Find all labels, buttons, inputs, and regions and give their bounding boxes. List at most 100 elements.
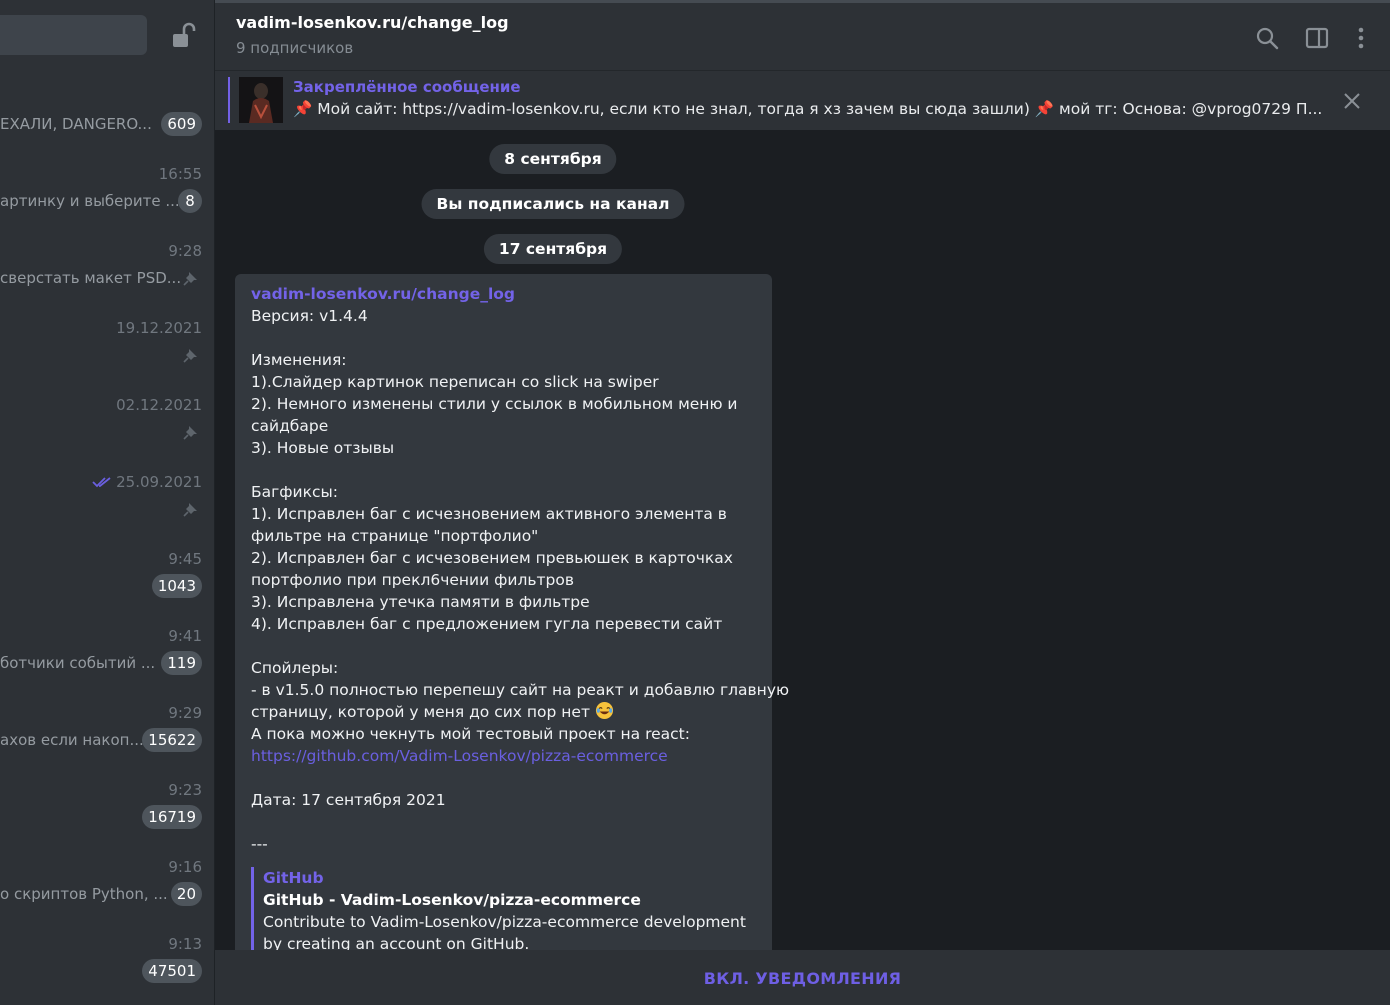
chat-time: 9:28: [168, 242, 202, 260]
enable-notifications-button[interactable]: ВКЛ. УВЕДОМЛЕНИЯ: [215, 950, 1390, 1005]
message-line: 2). Исправлен баг с исчезовением превьюш…: [251, 549, 733, 567]
preview-description: Contribute to Vadim-Losenkov/pizza-ecomm…: [263, 913, 746, 931]
message-bubble[interactable]: vadim-losenkov.ru/change_log Версия: v1.…: [235, 274, 790, 950]
message-line: Изменения:: [251, 351, 347, 369]
message-line: Спойлеры:: [251, 659, 339, 677]
chat-time: 25.09.2021: [92, 473, 202, 491]
chat-time: 9:23: [168, 781, 202, 799]
preview-site-name: GitHub: [263, 869, 324, 887]
pin-icon: [183, 272, 197, 286]
message-line: 3). Новые отзывы: [251, 439, 395, 457]
pin-icon: [183, 426, 197, 440]
chat-preview: ЕХАЛИ, DANGERO...: [0, 115, 152, 133]
chat-list-item[interactable]: 9:16 о скриптов Python, ... 20: [0, 854, 214, 931]
chat-time: 9:41: [168, 627, 202, 645]
message-line: сайдбаре: [251, 417, 329, 435]
message-line: А пока можно чекнуть мой тестовый проект…: [251, 725, 690, 743]
chat-list-item[interactable]: 9:45 1043: [0, 546, 214, 623]
message-line: ---: [251, 835, 268, 853]
pinned-message-bar[interactable]: Закреплённое сообщение 📌 Мой сайт: https…: [215, 70, 1390, 130]
chat-time-text: 9:45: [168, 550, 202, 568]
preview-description: by creating an account on GitHub.: [263, 935, 530, 950]
pinned-accent-line: [228, 77, 230, 123]
laughing-emoji-icon: [595, 701, 613, 720]
unread-badge: 8: [178, 189, 202, 213]
sidebar-toggle-icon[interactable]: [1305, 26, 1329, 50]
chat-list-panel: ЕХАЛИ, DANGERO... 609 16:55 артинку и выбер…: [0, 0, 215, 1005]
link-preview[interactable]: GitHub GitHub - Vadim-Losenkov/pizza-eco…: [251, 867, 756, 950]
unread-badge: 16719: [142, 805, 202, 829]
unread-badge: 609: [161, 112, 202, 136]
lock-icon[interactable]: [170, 22, 196, 50]
message-line: 2). Немного изменены стили у ссылок в мо…: [251, 395, 738, 413]
chat-list-item[interactable]: 25.09.2021: [0, 469, 214, 546]
unread-badge: 15622: [142, 728, 202, 752]
chat-time-text: 02.12.2021: [116, 396, 202, 414]
message-line: - в v1.5.0 полностью перепешу сайт на ре…: [251, 681, 790, 699]
search-icon[interactable]: [1255, 26, 1279, 50]
double-check-icon: [92, 477, 111, 488]
chat-time: 9:13: [168, 935, 202, 953]
chat-time-text: 16:55: [158, 165, 202, 183]
chat-list-item[interactable]: 16:55 артинку и выберите ... 8: [0, 161, 214, 238]
chat-preview: ахов если накоп...: [0, 731, 144, 749]
chat-time-text: 25.09.2021: [116, 473, 202, 491]
channel-title[interactable]: vadim-losenkov.ru/change_log: [236, 13, 509, 32]
message-area: 8 сентября Вы подписались на канал 17 се…: [215, 130, 1390, 950]
chat-list-item[interactable]: 19.12.2021: [0, 315, 214, 392]
message-line: Версия: v1.4.4: [251, 307, 368, 325]
date-separator: 8 сентября: [489, 144, 617, 174]
chat-list-item[interactable]: ЕХАЛИ, DANGERO... 609: [0, 84, 214, 161]
pinned-title: Закреплённое сообщение: [293, 78, 521, 96]
message-line: 4). Исправлен баг с предложением гугла п…: [251, 615, 723, 633]
message-line: фильтре на странице "портфолио": [251, 527, 539, 545]
chat-list-item[interactable]: 9:13 47501: [0, 931, 214, 1005]
search-input[interactable]: [0, 15, 147, 55]
chat-time-text: 19.12.2021: [116, 319, 202, 337]
service-message: Вы подписались на канал: [421, 189, 685, 219]
chat-list-item[interactable]: 9:28 сверстать макет PSD...: [0, 238, 214, 315]
more-vertical-icon[interactable]: [1349, 26, 1373, 50]
unread-badge: 1043: [151, 574, 202, 598]
message-author[interactable]: vadim-losenkov.ru/change_log: [251, 283, 756, 305]
chat-time: 19.12.2021: [116, 319, 202, 337]
message-line: 1). Исправлен баг с исчезновением активн…: [251, 505, 727, 523]
chat-preview: о скриптов Python, ...: [0, 885, 168, 903]
pin-icon: [183, 349, 197, 363]
telegram-window: ЕХАЛИ, DANGERO... 609 16:55 артинку и выбер…: [0, 0, 1390, 1005]
message-line: Дата: 17 сентября 2021: [251, 791, 446, 809]
message-text: страницу, которой у меня до сих пор нет: [251, 703, 590, 721]
message-line: [251, 459, 756, 481]
chat-time: 9:45: [168, 550, 202, 568]
message-line: 3). Исправлена утечка памяти в фильтре: [251, 593, 590, 611]
chat-time: 9:16: [168, 858, 202, 876]
message-line: [251, 635, 756, 657]
unread-badge: 47501: [142, 959, 202, 983]
preview-title: GitHub - Vadim-Losenkov/pizza-ecommerce: [263, 891, 641, 909]
message-line: Багфиксы:: [251, 483, 338, 501]
chat-time-text: 9:23: [168, 781, 202, 799]
chat-header: vadim-losenkov.ru/change_log 9 подписчик…: [215, 0, 1390, 70]
message-line: 1).Слайдер картинок переписан со slick н…: [251, 373, 659, 391]
unread-badge: 119: [161, 651, 202, 675]
chat-time-text: 9:41: [168, 627, 202, 645]
chat-list-item[interactable]: 9:41 ботчики событий ... 119: [0, 623, 214, 700]
message-line: [251, 767, 756, 789]
chat-time-text: 9:28: [168, 242, 202, 260]
chat-time-text: 9:13: [168, 935, 202, 953]
close-icon[interactable]: [1343, 92, 1361, 110]
bottom-bar: ВКЛ. УВЕДОМЛЕНИЯ: [215, 950, 1390, 1005]
chat-list-item[interactable]: 9:23 16719: [0, 777, 214, 854]
chat-time: 9:29: [168, 704, 202, 722]
chat-time-text: 9:16: [168, 858, 202, 876]
pinned-thumbnail: [239, 77, 283, 123]
chat-preview: ботчики событий ...: [0, 654, 156, 672]
chat-preview: артинку и выберите ...: [0, 192, 180, 210]
chat-preview: сверстать макет PSD...: [0, 269, 182, 287]
chat-list-item[interactable]: 9:29 ахов если накоп... 15622: [0, 700, 214, 777]
chat-list-item[interactable]: 02.12.2021: [0, 392, 214, 469]
message-line: [251, 327, 756, 349]
chat-time: 16:55: [159, 165, 202, 183]
message-line: портфолио при прекл6чении фильтров: [251, 571, 574, 589]
github-link[interactable]: https://github.com/Vadim-Losenkov/pizza-…: [251, 745, 756, 767]
